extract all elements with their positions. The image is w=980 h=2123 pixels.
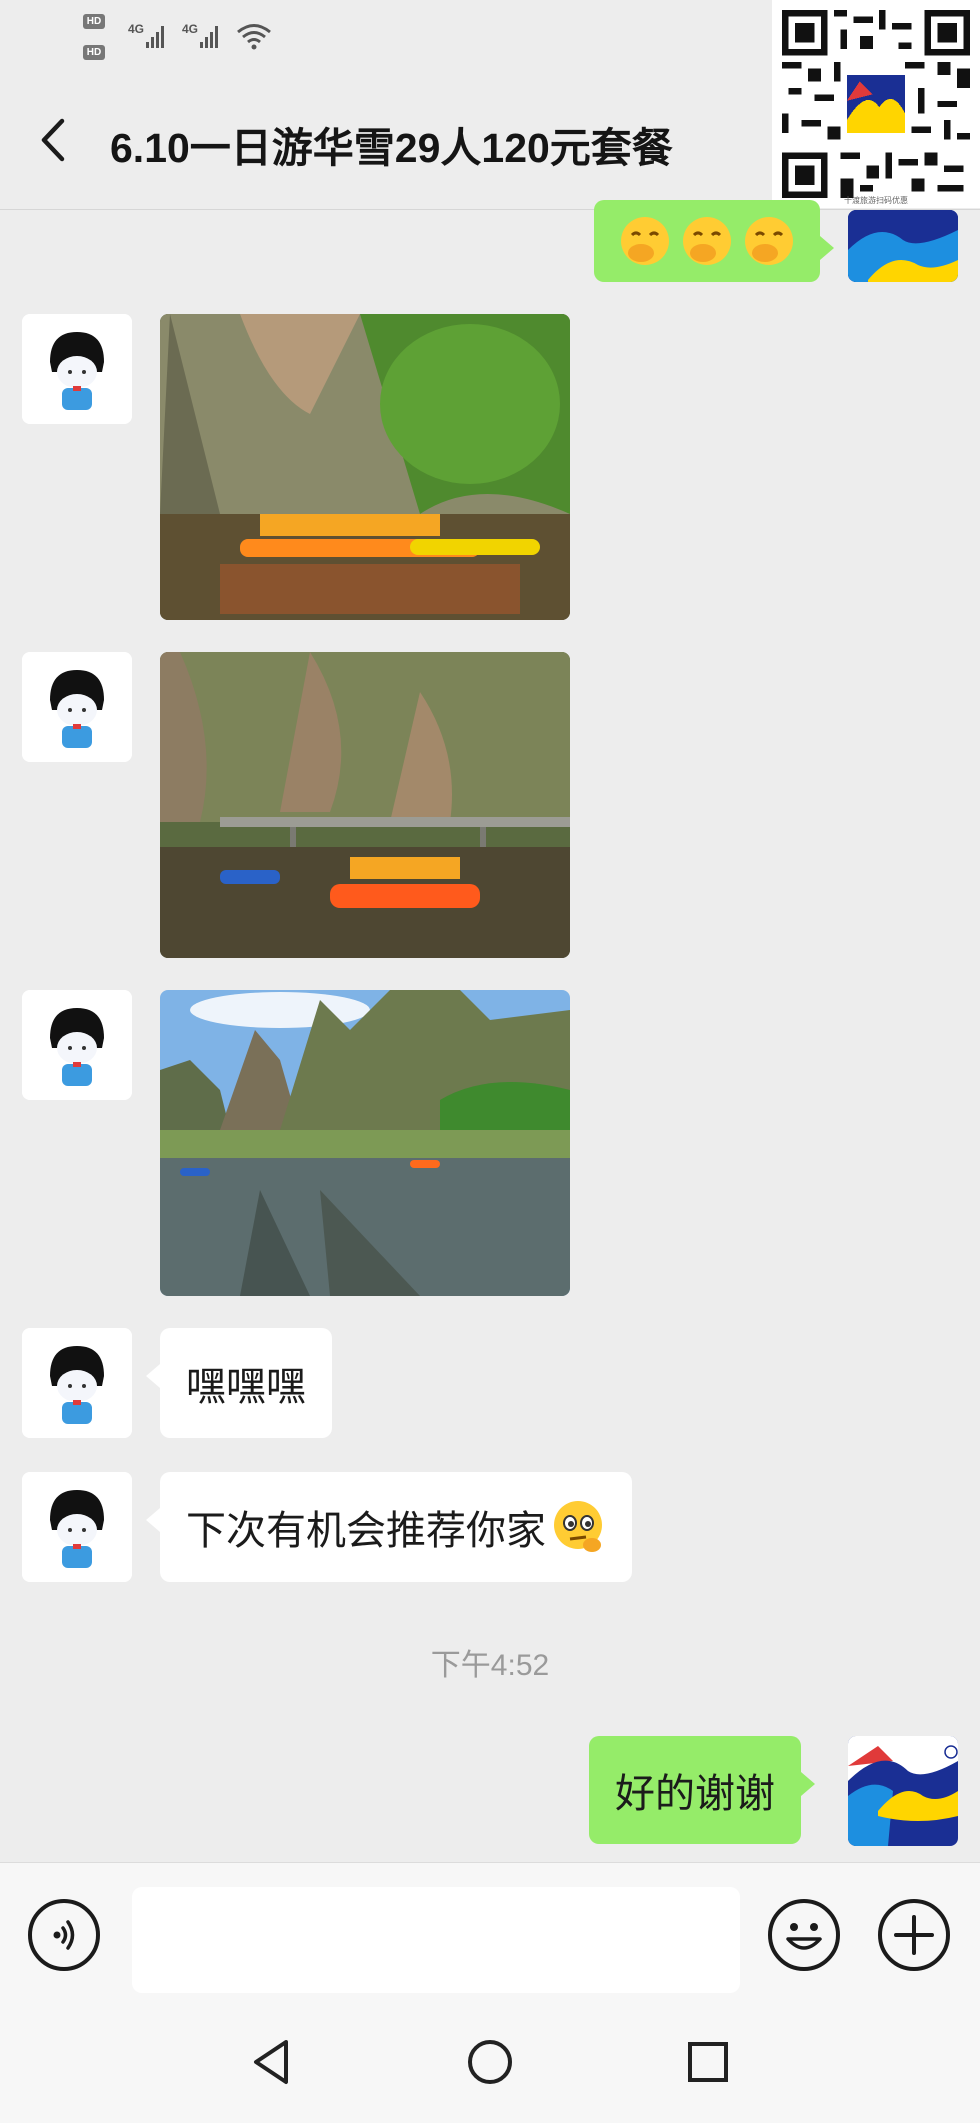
- nav-back-button[interactable]: [244, 2034, 300, 2090]
- hand-over-mouth-emoji-icon: [745, 217, 793, 265]
- message-input[interactable]: [132, 1887, 740, 1993]
- system-nav-bar: [0, 1998, 980, 2123]
- river-bridge-photo: [160, 652, 570, 958]
- chat-photo-2[interactable]: [160, 652, 570, 958]
- voice-button[interactable]: [28, 1899, 100, 1971]
- hd-badge-1: HD: [83, 14, 105, 29]
- contact-avatar[interactable]: [22, 1328, 132, 1438]
- message-text: 下次有机会推荐你家: [186, 1509, 546, 1553]
- message-text: 嘿嘿嘿: [186, 1365, 306, 1409]
- back-arrow-icon[interactable]: [30, 115, 80, 165]
- contact-avatar[interactable]: [22, 990, 132, 1100]
- signal-icon-1: [146, 26, 164, 48]
- thinking-face-emoji-icon: [554, 1501, 602, 1552]
- emoji-button[interactable]: [768, 1899, 840, 1971]
- qr-code-overlay: 十渡旅游扫码优惠: [772, 0, 980, 208]
- my-avatar[interactable]: [848, 1736, 958, 1846]
- nav-home-button[interactable]: [462, 2034, 518, 2090]
- smile-icon: [786, 1923, 822, 1950]
- message-bubble-received[interactable]: 下次有机会推荐你家: [146, 1472, 632, 1582]
- qr-code-icon: [782, 10, 970, 198]
- plus-icon: [894, 1915, 934, 1955]
- signal-icon-2: [200, 26, 218, 48]
- hand-over-mouth-emoji-icon: [683, 217, 731, 265]
- cartoon-girl-icon: [22, 1472, 132, 1582]
- chat-title: 6.10一日游华雪29人120元套餐: [110, 125, 673, 171]
- input-bar: [0, 1862, 980, 1998]
- message-text: 好的谢谢: [615, 1772, 775, 1816]
- nav-recents-button[interactable]: [680, 2034, 736, 2090]
- hand-over-mouth-emoji-icon: [621, 217, 669, 265]
- chat-photo-3[interactable]: [160, 990, 570, 1296]
- message-bubble-sent[interactable]: 好的谢谢: [589, 1736, 815, 1844]
- contact-avatar[interactable]: [22, 314, 132, 424]
- square-recents-icon: [688, 2042, 728, 2082]
- network-type-1: 4G: [128, 22, 145, 36]
- river-rafting-photo: [160, 314, 570, 620]
- cartoon-girl-icon: [22, 314, 132, 424]
- contact-avatar[interactable]: [22, 652, 132, 762]
- network-type-2: 4G: [182, 22, 199, 36]
- wifi-icon: [237, 24, 271, 50]
- brand-logo-icon: [848, 1736, 958, 1846]
- river-mountains-photo: [160, 990, 570, 1296]
- hd-badge-2: HD: [83, 45, 105, 60]
- message-timestamp: 下午4:52: [430, 1649, 550, 1682]
- cartoon-girl-icon: [22, 990, 132, 1100]
- voice-icon: [53, 1920, 75, 1950]
- more-button[interactable]: [878, 1899, 950, 1971]
- message-bubble-received[interactable]: 嘿嘿嘿: [146, 1328, 332, 1438]
- message-bubble-sent-emoji[interactable]: [594, 200, 834, 282]
- chat-photo-1[interactable]: [160, 314, 570, 620]
- contact-avatar[interactable]: [22, 1472, 132, 1582]
- cartoon-girl-icon: [22, 652, 132, 762]
- brand-logo-icon: [848, 210, 958, 282]
- cartoon-girl-icon: [22, 1328, 132, 1438]
- circle-home-icon: [468, 2040, 512, 2084]
- triangle-back-icon: [254, 2040, 288, 2084]
- my-avatar[interactable]: [848, 210, 958, 282]
